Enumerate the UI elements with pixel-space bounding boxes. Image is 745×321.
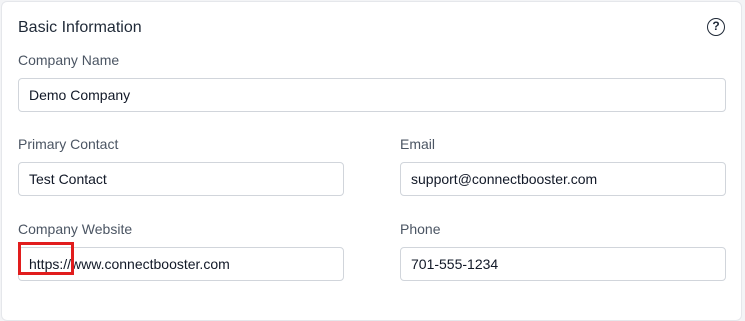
primary-contact-label: Primary Contact xyxy=(18,136,119,152)
company-name-input[interactable]: Demo Company xyxy=(18,78,726,112)
phone-input[interactable]: 701-555-1234 xyxy=(400,247,726,281)
basic-information-card: Basic Information ? Company Name Demo Co… xyxy=(1,1,742,321)
email-input[interactable]: support@connectbooster.com xyxy=(400,162,726,196)
company-name-value: Demo Company xyxy=(29,87,131,103)
question-circle-icon[interactable]: ? xyxy=(707,18,725,36)
email-value: support@connectbooster.com xyxy=(411,171,598,187)
section-title: Basic Information xyxy=(18,19,142,36)
email-label: Email xyxy=(400,136,436,152)
phone-label: Phone xyxy=(400,221,441,237)
company-name-label: Company Name xyxy=(18,52,120,68)
company-website-label: Company Website xyxy=(18,221,133,237)
phone-value: 701-555-1234 xyxy=(411,256,499,272)
highlight-annotation-box xyxy=(18,242,74,275)
primary-contact-input[interactable]: Test Contact xyxy=(18,162,344,196)
primary-contact-value: Test Contact xyxy=(29,171,107,187)
